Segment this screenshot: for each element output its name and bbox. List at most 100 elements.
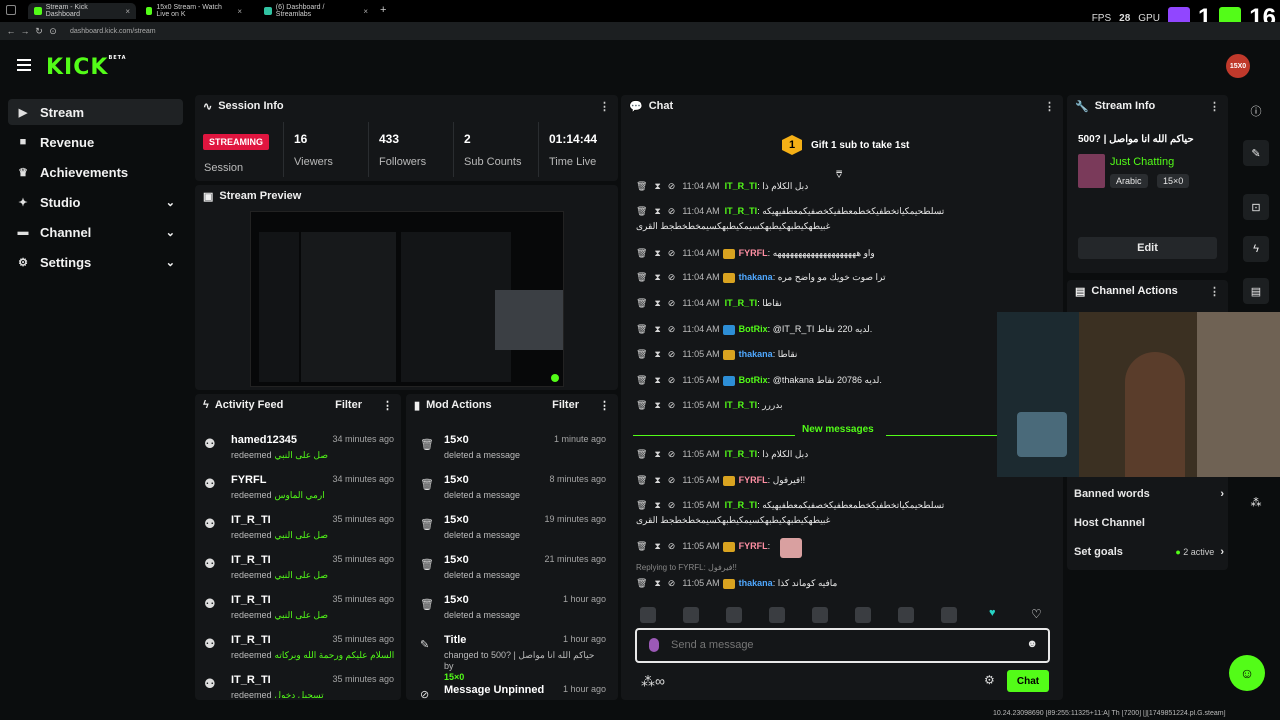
browser-tab[interactable]: 15x0 Stream - Watch Live on K × — [140, 3, 248, 19]
ban-icon[interactable]: ⊘ — [668, 298, 676, 308]
timeout-icon[interactable]: ⧗ — [654, 449, 660, 459]
timeout-icon[interactable]: ⧗ — [654, 475, 660, 485]
channel-action-banned-words[interactable]: Banned words › — [1074, 488, 1224, 500]
chat-username[interactable]: IT_R_TI — [725, 298, 758, 308]
delete-icon[interactable]: 🗑 — [636, 181, 647, 191]
forward-icon[interactable]: → — [18, 26, 32, 36]
delete-icon[interactable]: 🗑 — [636, 206, 647, 216]
delete-icon[interactable]: 🗑 — [636, 272, 647, 282]
timeout-icon[interactable]: ⧗ — [654, 400, 660, 410]
chat-username[interactable]: thakana — [739, 272, 773, 282]
channel-action-host-channel[interactable]: Host Channel — [1074, 517, 1224, 529]
close-icon[interactable]: × — [125, 7, 130, 16]
ban-icon[interactable]: ⊘ — [668, 248, 676, 258]
ban-icon[interactable]: ⊘ — [668, 375, 676, 385]
lightning-icon[interactable]: ϟ — [1243, 236, 1269, 262]
tag[interactable]: 15×0 — [1157, 174, 1190, 188]
category-thumbnail[interactable] — [1078, 154, 1105, 188]
timeout-icon[interactable]: ⧗ — [654, 248, 660, 258]
ban-icon[interactable]: ⊘ — [668, 475, 676, 485]
support-chat-button[interactable]: ☺ — [1229, 655, 1265, 691]
more-options-icon[interactable]: ⋮ — [1044, 100, 1055, 113]
info-icon[interactable]: ⓘ — [1243, 98, 1269, 124]
sidebar-item-stream[interactable]: ▶ Stream — [8, 99, 183, 125]
chat-username[interactable]: FYRFL — [739, 541, 768, 551]
username[interactable]: IT_R_TI — [231, 674, 271, 686]
ban-icon[interactable]: ⊘ — [668, 578, 676, 588]
ban-icon[interactable]: ⊘ — [668, 400, 676, 410]
more-options-icon[interactable]: ⋮ — [599, 399, 610, 412]
close-icon[interactable]: × — [237, 7, 242, 16]
timeout-icon[interactable]: ⧗ — [654, 298, 660, 308]
tag[interactable]: Arabic — [1110, 174, 1148, 188]
timeout-icon[interactable]: ⧗ — [654, 349, 660, 359]
username[interactable]: IT_R_TI — [231, 634, 271, 646]
delete-icon[interactable]: 🗑 — [636, 298, 647, 308]
chat-input-box[interactable]: ☻ — [635, 628, 1050, 663]
browser-tab[interactable]: (6) Dashboard / Streamlabs × — [258, 3, 374, 19]
filter-button[interactable]: Filter — [552, 399, 579, 411]
username[interactable]: hamed12345 — [231, 434, 297, 446]
emote-bar[interactable] — [640, 607, 1060, 625]
pencil-icon[interactable]: ✎ — [1243, 140, 1269, 166]
microphone-icon[interactable] — [649, 638, 659, 652]
browser-tab[interactable]: Stream - Kick Dashboard × — [28, 3, 136, 19]
timeout-icon[interactable]: ⧗ — [654, 324, 660, 334]
delete-icon[interactable]: 🗑 — [636, 500, 647, 510]
username[interactable]: IT_R_TI — [231, 594, 271, 606]
moderator-name[interactable]: 15×0 — [444, 434, 469, 446]
more-options-icon[interactable]: ⋮ — [1209, 100, 1220, 113]
emote-icon[interactable]: ♥ — [989, 607, 996, 619]
timeout-icon[interactable]: ⧗ — [654, 541, 660, 551]
clipboard-icon[interactable]: ▤ — [1243, 278, 1269, 304]
category-link[interactable]: Just Chatting — [1110, 156, 1174, 168]
more-options-icon[interactable]: ⋮ — [599, 100, 610, 113]
sidebar-item-achievements[interactable]: ♛ Achievements — [8, 159, 183, 185]
moderator-name[interactable]: 15×0 — [444, 554, 469, 566]
avatar[interactable]: 15X0 — [1226, 54, 1250, 78]
ban-icon[interactable]: ⊘ — [668, 449, 676, 459]
delete-icon[interactable]: 🗑 — [636, 248, 647, 258]
username[interactable]: FYRFL — [231, 474, 266, 486]
username[interactable]: IT_R_TI — [231, 514, 271, 526]
delete-icon[interactable]: 🗑 — [636, 449, 647, 459]
back-icon[interactable]: ← — [4, 26, 18, 36]
ban-icon[interactable]: ⊘ — [668, 500, 676, 510]
moderator-name[interactable]: 15×0 — [444, 474, 469, 486]
gift-prompt[interactable]: Gift 1 sub to take 1st — [811, 140, 909, 151]
ban-icon[interactable]: ⊘ — [668, 324, 676, 334]
ban-icon[interactable]: ⊘ — [668, 541, 676, 551]
chat-username[interactable]: BotRix — [739, 375, 768, 385]
new-tab-button[interactable]: + — [380, 4, 386, 16]
community-icon[interactable]: ⁂ — [1243, 489, 1269, 515]
tab-search-icon[interactable] — [6, 5, 16, 15]
more-options-icon[interactable]: ⋮ — [1209, 285, 1220, 298]
more-options-icon[interactable]: ⋮ — [382, 399, 393, 412]
delete-icon[interactable]: 🗑 — [636, 375, 647, 385]
timeout-icon[interactable]: ⧗ — [654, 500, 660, 510]
chat-username[interactable]: BotRix — [739, 324, 768, 334]
delete-icon[interactable]: 🗑 — [636, 400, 647, 410]
delete-icon[interactable]: 🗑 — [636, 541, 647, 551]
ban-icon[interactable]: ⊘ — [668, 206, 676, 216]
send-chat-button[interactable]: Chat — [1007, 670, 1049, 692]
chat-username[interactable]: IT_R_TI — [725, 449, 758, 459]
chat-input[interactable] — [671, 636, 1001, 654]
delete-icon[interactable]: 🗑 — [636, 324, 647, 334]
kick-logo[interactable]: KICKBETA — [46, 55, 127, 80]
timeout-icon[interactable]: ⧗ — [654, 181, 660, 191]
delete-icon[interactable]: 🗑 — [636, 578, 647, 588]
hamburger-menu-icon[interactable] — [17, 59, 31, 71]
delete-icon[interactable]: 🗑 — [636, 475, 647, 485]
ban-icon[interactable]: ⊘ — [668, 181, 676, 191]
chat-username[interactable]: IT_R_TI — [725, 181, 758, 191]
delete-icon[interactable]: 🗑 — [636, 349, 647, 359]
site-info-icon[interactable]: ⊙ — [46, 26, 60, 37]
chat-username[interactable]: thakana — [739, 349, 773, 359]
chat-username[interactable]: IT_R_TI — [725, 400, 758, 410]
pin-toggle-icon[interactable]: ⩢ — [836, 170, 842, 181]
chat-username[interactable]: IT_R_TI — [725, 206, 758, 216]
timeout-icon[interactable]: ⧗ — [654, 272, 660, 282]
camera-icon[interactable]: ⊡ — [1243, 194, 1269, 220]
sidebar-item-revenue[interactable]: ■ Revenue — [8, 129, 183, 155]
